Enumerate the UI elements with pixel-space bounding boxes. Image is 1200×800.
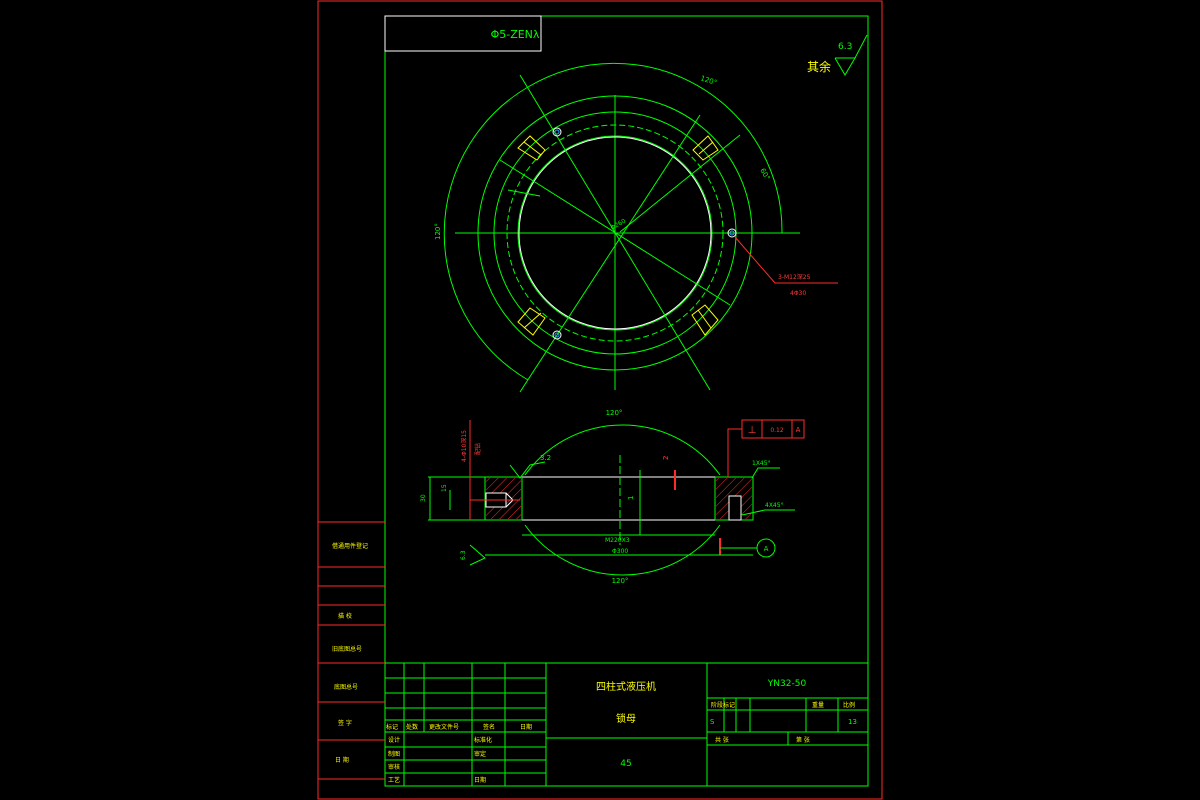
sheet-total: 共 张 [715,736,729,744]
rev-doc: 更改文件号 [429,723,459,731]
rev-date: 日期 [520,723,532,731]
side-label-3: 旧底图总号 [332,645,362,653]
dim-1-label: 1 [627,496,635,500]
role-check: 审核 [388,763,400,771]
roughness-rest-value: 6.3 [838,42,852,52]
role-design: 设计 [388,736,400,744]
thread-hole-br [691,304,719,336]
section-view: 120° 120° 2 1 M220X3 Φ300 30 15 4-Φ10深15… [420,409,805,585]
datum-circle-label: A [764,545,769,553]
title-block: 标记 处数 更改文件号 签名 日期 设计 制图 审核 工艺 标准化 审定 日期 … [385,662,868,786]
angle-label-right: 60° [758,167,771,182]
pin-extra-label: 配钻 [474,443,482,455]
hole-callout-text: 3-M12深25 [778,273,811,281]
rev-sign: 签名 [483,723,495,731]
roughness-side-label: 6.3 [460,550,467,560]
roughness-rest-label: 其余 [807,59,831,74]
rev-count: 处数 [406,723,418,731]
outer-dia-label: Φ300 [612,548,628,555]
role-date: 日期 [474,776,486,784]
role-process: 工艺 [388,776,400,784]
thread-hole-bl [517,307,546,336]
chamfer1-label: 1X45° [752,460,771,467]
side-block: 借通用件登记 描 校 旧底图总号 底图总号 签 字 日 期 [318,521,385,780]
part-name: 锁母 [616,712,636,725]
angle-label-top: 120° [699,74,718,87]
angle-label-left: 120° [434,223,442,240]
roughness-sec-label: 3.2 [540,454,551,462]
sec-angle-top-label: 120° [606,409,623,417]
pin-hole-right-section [728,495,742,521]
role-approve: 审定 [474,750,486,758]
drawing-frame [384,15,869,787]
section-arc-top [524,424,721,476]
role-std: 标准化 [474,736,492,744]
angle-arc-top [527,62,783,234]
dim-2-label: 2 [662,456,670,460]
sec-angle-bottom-label: 120° [612,577,629,585]
tol-value: 0.12 [770,427,784,434]
role-draw: 制图 [388,750,400,758]
cad-drawing-canvas: Φ5-ZENλ 其余 6.3 3-M12深25 4Φ30 120° 60° 12… [317,0,883,800]
chamfer2-label: 4X45° [765,502,784,509]
thread-hole-tl [517,135,546,161]
section-body [484,476,754,521]
machine-name: 四柱式液压机 [596,680,656,693]
diag-line-3 [519,114,701,393]
rev-marker: 标记 [386,723,398,731]
col-scale: 比例 [843,701,855,709]
sheet-no: 第 张 [796,736,810,744]
top-code-box: Φ5-ZENλ [384,15,542,52]
roughness-rest-symbol: 其余 6.3 [807,34,868,76]
side-label-4: 底图总号 [334,683,358,691]
thread-label: M220X3 [605,537,630,544]
top-view: 3-M12深25 4Φ30 120° 60° 120° Φ260 [434,62,838,393]
side-label-6: 日 期 [335,756,349,764]
pcd-label: Φ260 [610,217,628,231]
top-code-text: Φ5-ZENλ [491,28,540,41]
col-stage: 阶段标记 [711,701,735,709]
side-label-5: 签 字 [338,719,352,727]
depth-label: 15 [441,484,448,492]
material-label: 45 [620,759,631,769]
side-label-1: 借通用件登记 [332,542,368,550]
pin-callout-label: 4-Φ10深15 [460,430,468,462]
tol-datum: A [796,426,801,434]
stage-value: S [710,718,715,726]
tol-symbol: ⊥ [748,425,757,436]
drawing-number: YN32-50 [767,679,807,689]
hole-callout-text2: 4Φ30 [790,290,806,297]
scale-value: 13 [848,718,857,726]
col-weight: 重量 [812,701,824,709]
side-label-2: 描 校 [338,612,352,620]
height-label: 30 [420,494,427,502]
